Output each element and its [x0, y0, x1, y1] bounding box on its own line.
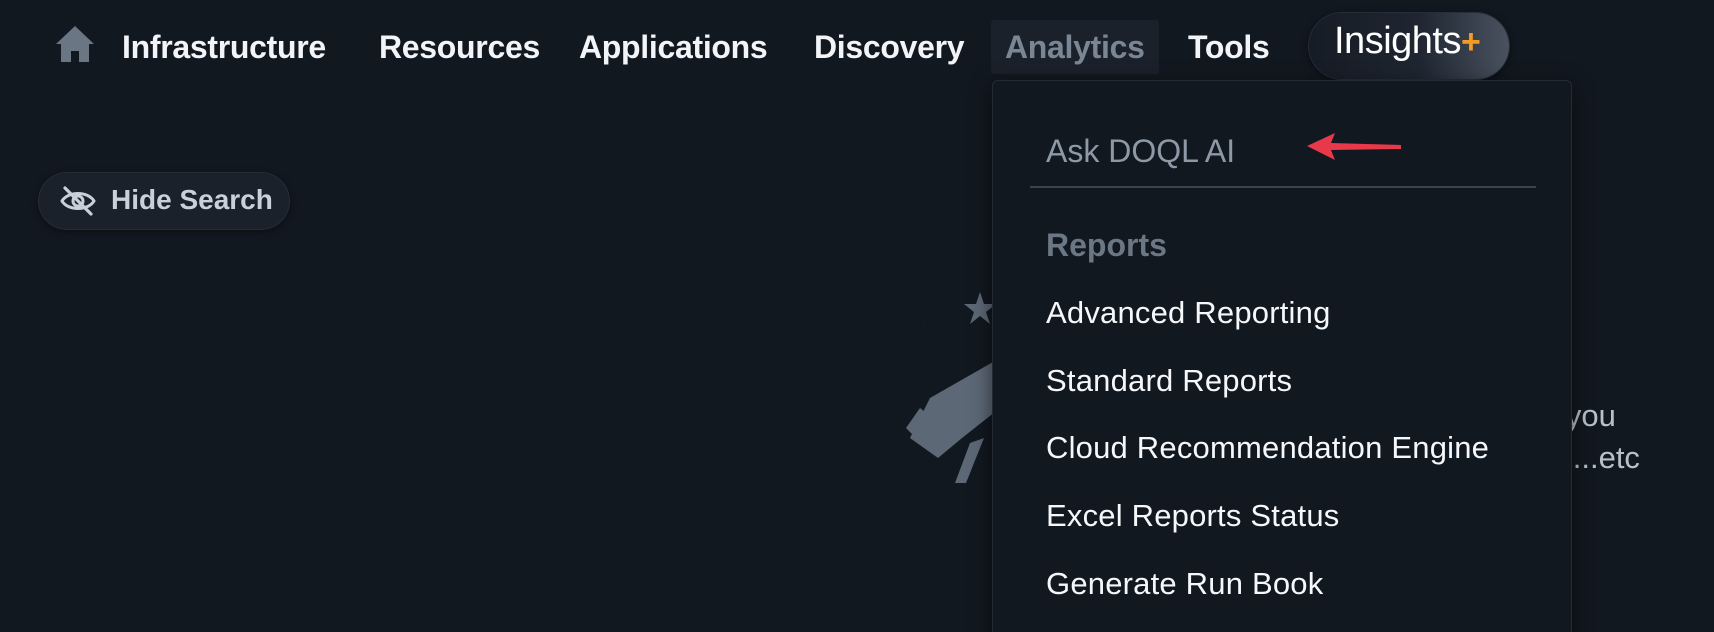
hide-search-button[interactable]: Hide Search: [39, 173, 289, 229]
eye-slash-icon: [60, 186, 96, 216]
nav-analytics[interactable]: Analytics: [991, 20, 1159, 74]
reports-section-title: Reports: [1046, 227, 1167, 263]
insights-label: Insights+: [1334, 20, 1481, 62]
nav-infrastructure[interactable]: Infrastructure: [122, 20, 326, 74]
plus-icon: +: [1460, 23, 1481, 61]
insights-plus-button[interactable]: Insights+: [1309, 13, 1509, 79]
menu-item-cloud-recommendation-engine[interactable]: Cloud Recommendation Engine: [1046, 430, 1489, 466]
menu-item-standard-reports[interactable]: Standard Reports: [1046, 363, 1292, 399]
menu-item-generate-run-book[interactable]: Generate Run Book: [1046, 566, 1323, 602]
nav-resources[interactable]: Resources: [379, 20, 540, 74]
home-icon[interactable]: [54, 24, 96, 64]
annotation-arrow-icon: [1307, 133, 1401, 160]
hide-search-label: Hide Search: [111, 184, 273, 215]
page: Infrastructure Resources Applications Di…: [0, 0, 1714, 632]
divider: [1030, 186, 1536, 188]
analytics-dropdown: Ask DOQL AI Reports Advanced Reporting S…: [992, 80, 1572, 632]
ask-doql-ai-item[interactable]: Ask DOQL AI: [1046, 133, 1235, 170]
menu-item-advanced-reporting[interactable]: Advanced Reporting: [1046, 295, 1331, 331]
nav-applications[interactable]: Applications: [579, 20, 768, 74]
menu-item-excel-reports-status[interactable]: Excel Reports Status: [1046, 498, 1339, 534]
nav-discovery[interactable]: Discovery: [814, 20, 965, 74]
top-nav: Infrastructure Resources Applications Di…: [0, 0, 1714, 92]
nav-tools[interactable]: Tools: [1188, 20, 1270, 74]
